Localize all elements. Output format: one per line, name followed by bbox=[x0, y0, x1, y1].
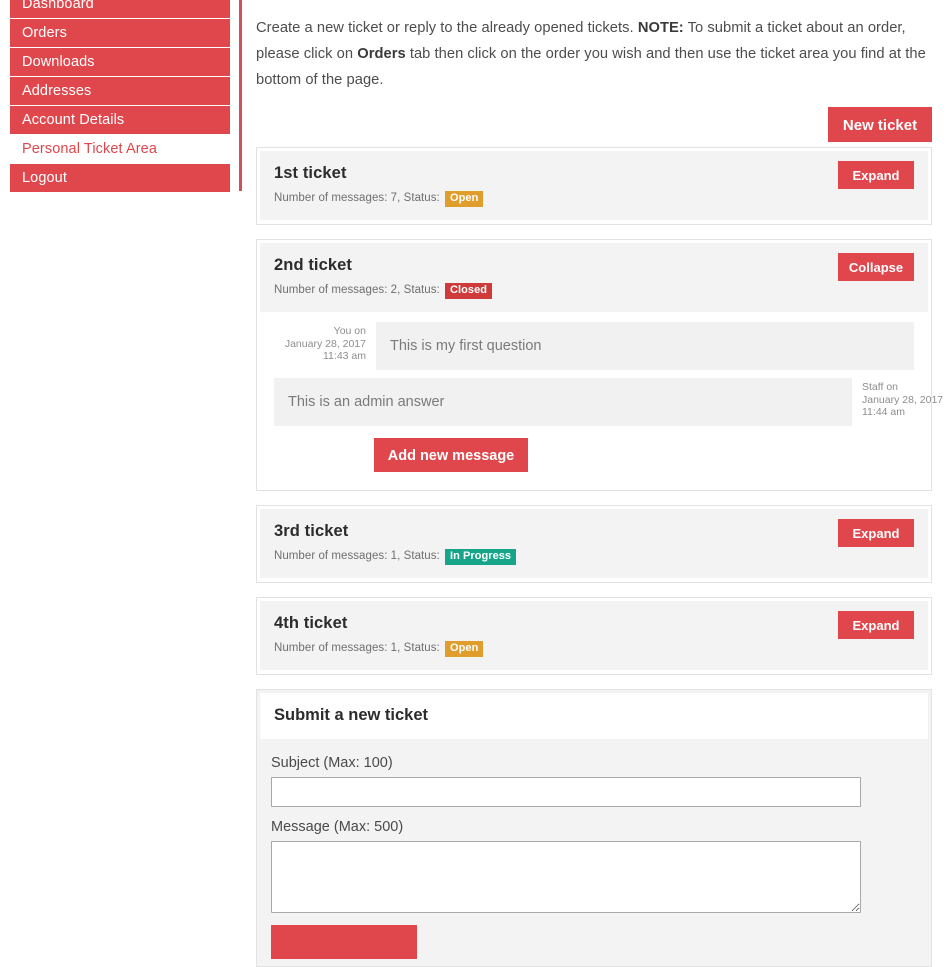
status-badge: Open bbox=[445, 641, 484, 658]
ticket-thread: You on January 28, 2017 11:43 am This is… bbox=[260, 312, 943, 487]
sidebar-item-logout[interactable]: Logout bbox=[10, 164, 230, 193]
sidebar-divider bbox=[239, 0, 242, 191]
ticket-action: Expand bbox=[838, 611, 914, 640]
ticket-card: 1st ticket Number of messages: 7, Status… bbox=[256, 147, 932, 226]
add-message-row: Add new message bbox=[274, 438, 914, 473]
account-sidebar: Dashboard Orders Downloads Addresses Acc… bbox=[0, 0, 232, 193]
intro-orders-label: Orders bbox=[357, 45, 406, 62]
sidebar-item-addresses[interactable]: Addresses bbox=[10, 77, 230, 106]
add-new-message-button[interactable]: Add new message bbox=[374, 438, 528, 473]
ticket-meta: Number of messages: 7, Status: Open bbox=[274, 191, 914, 208]
sidebar-item-personal-ticket-area[interactable]: Personal Ticket Area bbox=[10, 135, 230, 164]
ticket-card: 4th ticket Number of messages: 1, Status… bbox=[256, 597, 932, 676]
main-content: Create a new ticket or reply to the alre… bbox=[256, 0, 943, 967]
sidebar-item-account-details[interactable]: Account Details bbox=[10, 106, 230, 135]
ticket-meta: Number of messages: 1, Status: In Progre… bbox=[274, 549, 914, 566]
ticket-title: 2nd ticket bbox=[274, 256, 353, 275]
message-body: This is an admin answer bbox=[274, 378, 852, 427]
new-ticket-button[interactable]: New ticket bbox=[828, 107, 932, 143]
ticket-header: 4th ticket Number of messages: 1, Status… bbox=[260, 601, 928, 671]
ticket-meta-text: Number of messages: 1, Status: bbox=[274, 642, 440, 655]
message-timestamp: You on January 28, 2017 11:43 am bbox=[274, 322, 376, 370]
intro-part-1: Create a new ticket or reply to the alre… bbox=[256, 19, 638, 36]
personal-ticket-area-page: Dashboard Orders Downloads Addresses Acc… bbox=[0, 0, 949, 967]
form-heading: Submit a new ticket bbox=[260, 693, 928, 740]
message-time: 11:44 am bbox=[862, 406, 905, 419]
message-date: January 28, 2017 bbox=[862, 393, 944, 406]
subject-label: Subject (Max: 100) bbox=[271, 755, 393, 772]
sidebar-item-orders[interactable]: Orders bbox=[10, 19, 230, 48]
message-row: This is an admin answer Staff on January… bbox=[274, 378, 943, 427]
status-badge: Open bbox=[445, 191, 484, 208]
submit-ticket-form: Submit a new ticket Subject (Max: 100) M… bbox=[256, 689, 932, 967]
message-textarea[interactable] bbox=[271, 841, 861, 914]
ticket-title: 4th ticket bbox=[274, 614, 348, 633]
ticket-meta-text: Number of messages: 7, Status: bbox=[274, 192, 440, 205]
message-label: Message (Max: 500) bbox=[271, 819, 404, 836]
new-ticket-row: New ticket bbox=[256, 107, 932, 147]
message-date: January 28, 2017 bbox=[284, 337, 366, 350]
ticket-meta-text: Number of messages: 2, Status: bbox=[274, 284, 440, 297]
form-body: Subject (Max: 100) Message (Max: 500) bbox=[260, 739, 928, 963]
ticket-action: Expand bbox=[838, 161, 914, 190]
ticket-meta: Number of messages: 1, Status: Open bbox=[274, 641, 914, 658]
message-time: 11:43 am bbox=[323, 350, 366, 363]
collapse-button[interactable]: Collapse bbox=[838, 253, 914, 282]
ticket-title: 3rd ticket bbox=[274, 522, 349, 541]
message-body: This is my first question bbox=[376, 322, 914, 371]
message-author: Staff on bbox=[862, 381, 899, 394]
sidebar-item-downloads[interactable]: Downloads bbox=[10, 48, 230, 77]
submit-ticket-button[interactable] bbox=[271, 925, 417, 960]
subject-input[interactable] bbox=[271, 777, 861, 808]
intro-text: Create a new ticket or reply to the alre… bbox=[256, 15, 932, 93]
ticket-card: 3rd ticket Number of messages: 1, Status… bbox=[256, 505, 932, 584]
ticket-card: 2nd ticket Number of messages: 2, Status… bbox=[256, 239, 943, 492]
ticket-meta-text: Number of messages: 1, Status: bbox=[274, 550, 440, 563]
status-badge: In Progress bbox=[445, 549, 517, 566]
status-badge: Closed bbox=[445, 283, 493, 300]
intro-note-label: NOTE: bbox=[637, 19, 684, 36]
ticket-title: 1st ticket bbox=[274, 164, 347, 183]
expand-button[interactable]: Expand bbox=[838, 161, 914, 190]
ticket-action: Expand bbox=[838, 519, 914, 548]
message-row: You on January 28, 2017 11:43 am This is… bbox=[274, 322, 914, 371]
ticket-header: 2nd ticket Number of messages: 2, Status… bbox=[260, 243, 928, 313]
ticket-meta: Number of messages: 2, Status: Closed bbox=[274, 283, 914, 300]
sidebar-item-dashboard[interactable]: Dashboard bbox=[10, 0, 230, 19]
expand-button[interactable]: Expand bbox=[838, 519, 914, 548]
message-author: You on bbox=[333, 325, 366, 338]
ticket-action: Collapse bbox=[838, 253, 914, 282]
message-timestamp: Staff on January 28, 2017 11:44 am bbox=[852, 378, 949, 426]
ticket-header: 3rd ticket Number of messages: 1, Status… bbox=[260, 509, 928, 579]
expand-button[interactable]: Expand bbox=[838, 611, 914, 640]
ticket-header: 1st ticket Number of messages: 7, Status… bbox=[260, 151, 928, 221]
